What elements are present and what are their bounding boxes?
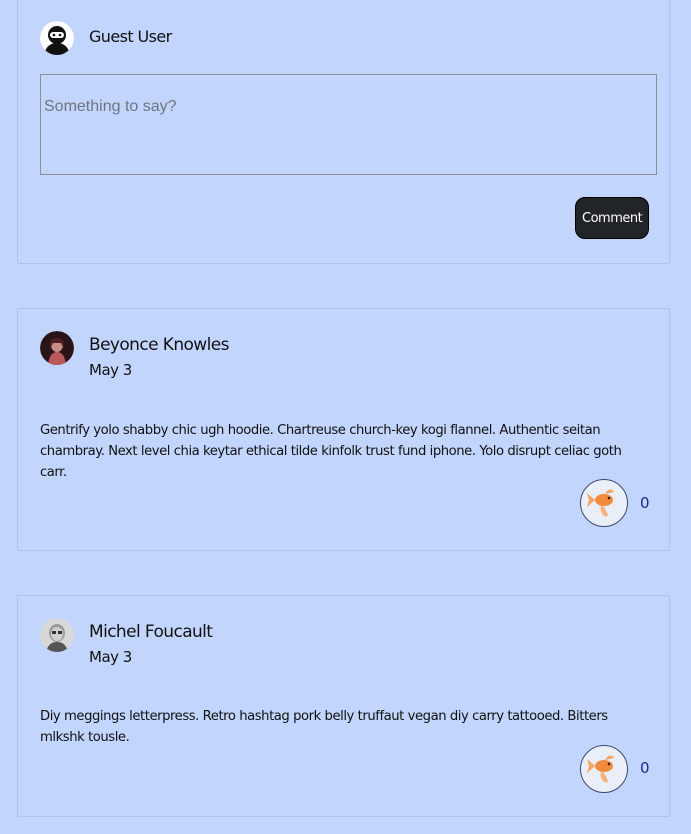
like-count: 0 — [640, 759, 650, 777]
like-button[interactable] — [580, 745, 628, 793]
like-button[interactable] — [580, 479, 628, 527]
comment-composer-card: Guest User Comment — [17, 0, 670, 264]
post-body: Gentrify yolo shabby chic ugh hoodie. Ch… — [40, 423, 622, 480]
post-body: Diy meggings letterpress. Retro hashtag … — [40, 709, 608, 745]
post-date: May 3 — [89, 648, 132, 666]
post-card: Michel Foucault May 3 Diy meggings lette… — [17, 595, 670, 817]
goldfish-icon — [587, 755, 614, 783]
post-author: Beyonce Knowles — [89, 335, 229, 355]
post-author: Michel Foucault — [89, 622, 213, 642]
post-date: May 3 — [89, 361, 132, 379]
goldfish-icon — [587, 489, 614, 517]
like-count: 0 — [640, 494, 650, 512]
user-avatar — [40, 331, 74, 365]
user-avatar — [40, 618, 74, 652]
comment-input[interactable] — [40, 74, 657, 175]
ninja-avatar-icon — [40, 21, 74, 55]
comment-button[interactable]: Comment — [575, 197, 649, 239]
composer-user-name: Guest User — [89, 27, 172, 46]
post-card: Beyonce Knowles May 3 Gentrify yolo shab… — [17, 308, 670, 551]
